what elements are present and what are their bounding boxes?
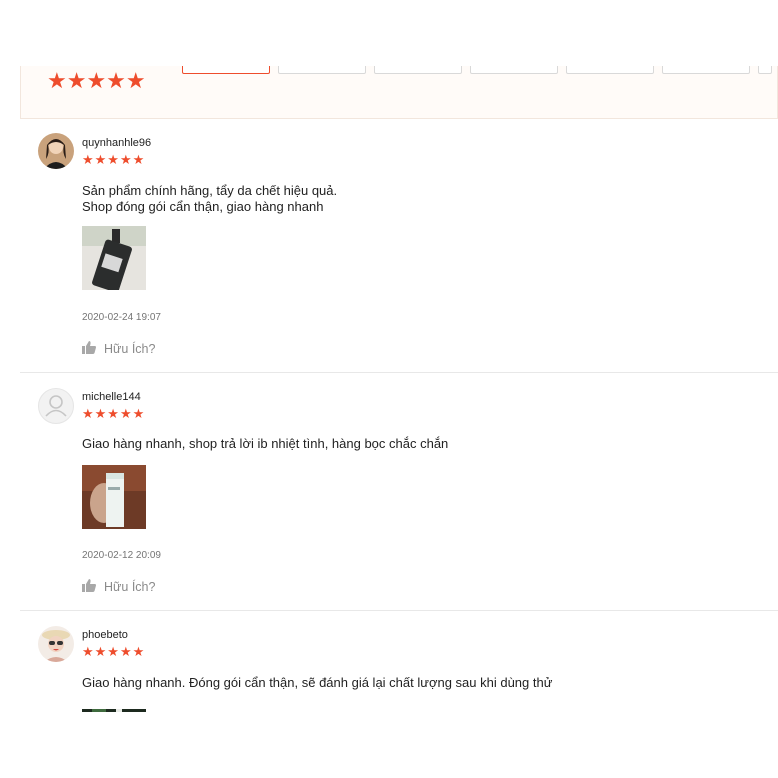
review-photo[interactable] — [82, 465, 146, 529]
review-date: 2020-02-12 20:09 — [82, 550, 161, 561]
avatar[interactable] — [38, 133, 74, 169]
helpful-label: Hữu Ích? — [104, 342, 156, 356]
filter-chip-5-star[interactable] — [278, 66, 366, 74]
thumbs-up-icon — [82, 579, 96, 595]
review-comment-line: Sản phẩm chính hãng, tẩy da chết hiệu qu… — [82, 183, 338, 198]
filter-chip-3-star[interactable] — [470, 66, 558, 74]
review-comment-line: Shop đóng gói cẩn thận, giao hàng nhanh — [82, 199, 324, 214]
helpful-button[interactable]: Hữu Ích? — [82, 341, 155, 357]
rating-summary: ★★★★★ — [20, 66, 778, 119]
reviewer-name[interactable]: quynhanhle96 — [82, 137, 151, 149]
review-stars: ★★★★★ — [82, 406, 146, 421]
review-divider — [20, 372, 778, 373]
review-stars: ★★★★★ — [82, 152, 146, 167]
review-date: 2020-02-24 19:07 — [82, 312, 161, 323]
overall-stars: ★★★★★ — [47, 68, 146, 93]
reviewer-name[interactable]: phoebeto — [82, 629, 128, 641]
reviewer-name[interactable]: michelle144 — [82, 391, 141, 403]
review-comment: Giao hàng nhanh. Đóng gói cẩn thận, sẽ đ… — [82, 675, 552, 691]
filter-chip-4-star[interactable] — [374, 66, 462, 74]
avatar[interactable] — [38, 388, 74, 424]
helpful-label: Hữu Ích? — [104, 580, 156, 594]
filter-chip-2-star[interactable] — [566, 66, 654, 74]
review-photo[interactable] — [82, 704, 146, 712]
review-comment: Sản phẩm chính hãng, tẩy da chết hiệu qu… — [82, 183, 337, 215]
review-comment-line: Giao hàng nhanh, shop trả lời ib nhiệt t… — [82, 436, 449, 451]
review-stars: ★★★★★ — [82, 644, 146, 659]
thumbs-up-icon — [82, 341, 96, 357]
review-comment-line: Giao hàng nhanh. Đóng gói cẩn thận, sẽ đ… — [82, 675, 553, 690]
rating-filters — [182, 66, 772, 75]
filter-chip-comments[interactable] — [758, 66, 772, 74]
filter-chip-all[interactable] — [182, 66, 270, 74]
review-divider — [20, 610, 778, 611]
filter-chip-1-star[interactable] — [662, 66, 750, 74]
avatar[interactable] — [38, 626, 74, 662]
review-comment: Giao hàng nhanh, shop trả lời ib nhiệt t… — [82, 436, 448, 452]
review-photo[interactable] — [82, 226, 146, 290]
helpful-button[interactable]: Hữu Ích? — [82, 579, 155, 595]
